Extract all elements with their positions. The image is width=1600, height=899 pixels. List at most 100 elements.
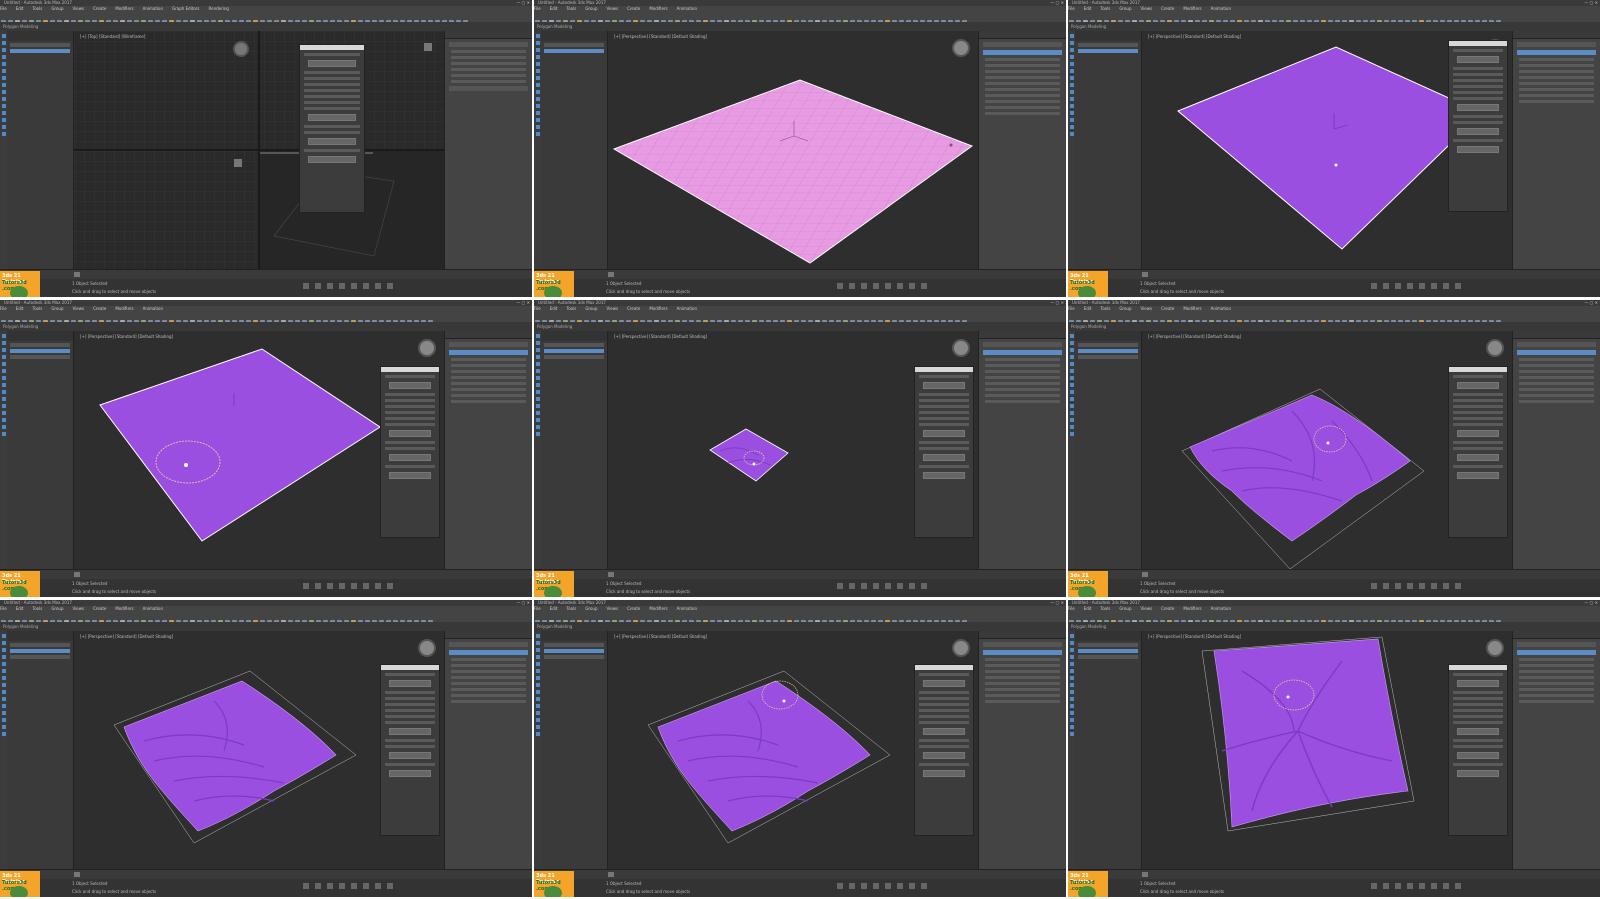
- menu-group[interactable]: Group: [1119, 306, 1131, 311]
- menu-animation[interactable]: Animation: [677, 6, 697, 11]
- playback-controls[interactable]: [1368, 283, 1592, 292]
- timeline[interactable]: [0, 269, 532, 279]
- menu-tools[interactable]: Tools: [32, 606, 42, 611]
- menu-tools[interactable]: Tools: [1100, 6, 1110, 11]
- timeline[interactable]: [534, 869, 1066, 879]
- viewport-label[interactable]: [+] [Perspective] [Standard] [Default Sh…: [614, 34, 707, 39]
- left-tool-strip[interactable]: [1068, 631, 1075, 870]
- viewcube-icon[interactable]: [418, 339, 436, 357]
- timeline[interactable]: [534, 569, 1066, 579]
- menu-create[interactable]: Create: [1161, 6, 1174, 11]
- menu-graph-editors[interactable]: Graph Editors: [172, 6, 199, 11]
- menu-file[interactable]: File: [0, 6, 7, 11]
- menu-modifiers[interactable]: Modifiers: [649, 606, 667, 611]
- menu-tools[interactable]: Tools: [566, 606, 576, 611]
- menu-animation[interactable]: Animation: [143, 6, 163, 11]
- menu-edit[interactable]: Edit: [16, 6, 24, 11]
- menu-edit[interactable]: Edit: [1084, 6, 1092, 11]
- menu-file[interactable]: File: [534, 606, 541, 611]
- playback-controls[interactable]: [1368, 883, 1592, 892]
- time-slider[interactable]: [608, 572, 614, 577]
- menu-edit[interactable]: Edit: [550, 606, 558, 611]
- floating-dialog[interactable]: [380, 366, 440, 538]
- time-slider[interactable]: [608, 272, 614, 277]
- menu-create[interactable]: Create: [627, 606, 640, 611]
- playback-controls[interactable]: [834, 883, 1058, 892]
- menu-group[interactable]: Group: [51, 306, 63, 311]
- playback-controls[interactable]: [1368, 583, 1592, 592]
- timeline[interactable]: [1068, 269, 1600, 279]
- time-slider[interactable]: [74, 572, 80, 577]
- scene-explorer[interactable]: [7, 631, 74, 870]
- menu-tools[interactable]: Tools: [32, 306, 42, 311]
- menu-animation[interactable]: Animation: [1211, 6, 1231, 11]
- floating-dialog[interactable]: [299, 44, 365, 213]
- menu-modifiers[interactable]: Modifiers: [1183, 6, 1201, 11]
- menu-create[interactable]: Create: [1161, 306, 1174, 311]
- playback-controls[interactable]: [300, 283, 524, 292]
- left-tool-strip[interactable]: [534, 31, 541, 270]
- viewport-label[interactable]: [+] [Perspective] [Standard] [Default Sh…: [614, 334, 707, 339]
- timeline[interactable]: [1068, 869, 1600, 879]
- menu-tools[interactable]: Tools: [1100, 606, 1110, 611]
- menu-file[interactable]: File: [0, 306, 7, 311]
- viewcube-icon[interactable]: [1486, 639, 1504, 657]
- menu-rendering[interactable]: Rendering: [209, 6, 229, 11]
- menu-views[interactable]: Views: [1141, 606, 1153, 611]
- menu-views[interactable]: Views: [73, 306, 85, 311]
- menu-create[interactable]: Create: [93, 606, 106, 611]
- command-panel[interactable]: [1512, 331, 1600, 570]
- time-slider[interactable]: [1142, 272, 1148, 277]
- menu-animation[interactable]: Animation: [1211, 606, 1231, 611]
- timeline[interactable]: [534, 269, 1066, 279]
- menu-group[interactable]: Group: [51, 6, 63, 11]
- menu-edit[interactable]: Edit: [1084, 606, 1092, 611]
- command-panel[interactable]: [978, 31, 1066, 270]
- menu-edit[interactable]: Edit: [16, 306, 24, 311]
- menu-file[interactable]: File: [1068, 6, 1075, 11]
- menu-views[interactable]: Views: [1141, 306, 1153, 311]
- viewcube-icon[interactable]: [1486, 339, 1504, 357]
- viewcube-icon[interactable]: [952, 339, 970, 357]
- time-slider[interactable]: [608, 872, 614, 877]
- menu-modifiers[interactable]: Modifiers: [115, 606, 133, 611]
- menu-create[interactable]: Create: [93, 306, 106, 311]
- viewcube-icon[interactable]: [418, 639, 436, 657]
- menu-create[interactable]: Create: [1161, 606, 1174, 611]
- menu-tools[interactable]: Tools: [566, 306, 576, 311]
- menu-tools[interactable]: Tools: [32, 6, 42, 11]
- floating-dialog[interactable]: [1448, 40, 1508, 212]
- menu-animation[interactable]: Animation: [143, 306, 163, 311]
- timeline[interactable]: [0, 569, 532, 579]
- viewport-label[interactable]: [+] [Perspective] [Standard] [Default Sh…: [1148, 34, 1241, 39]
- menu-group[interactable]: Group: [51, 606, 63, 611]
- menu-group[interactable]: Group: [1119, 606, 1131, 611]
- menu-modifiers[interactable]: Modifiers: [649, 6, 667, 11]
- command-panel[interactable]: [1512, 31, 1600, 270]
- scene-explorer[interactable]: [1075, 31, 1142, 270]
- left-tool-strip[interactable]: [1068, 331, 1075, 570]
- menu-file[interactable]: File: [534, 6, 541, 11]
- menu-modifiers[interactable]: Modifiers: [115, 6, 133, 11]
- floating-dialog[interactable]: [1448, 664, 1508, 836]
- viewport-label[interactable]: [+] [Perspective] [Standard] [Default Sh…: [80, 634, 173, 639]
- time-slider[interactable]: [74, 272, 80, 277]
- left-tool-strip[interactable]: [1068, 31, 1075, 270]
- viewport-label[interactable]: [+] [Perspective] [Standard] [Default Sh…: [614, 634, 707, 639]
- menu-modifiers[interactable]: Modifiers: [649, 306, 667, 311]
- menu-edit[interactable]: Edit: [1084, 306, 1092, 311]
- time-slider[interactable]: [1142, 872, 1148, 877]
- timeline[interactable]: [0, 869, 532, 879]
- viewcube-icon[interactable]: [952, 39, 970, 57]
- floating-dialog[interactable]: [1448, 366, 1508, 538]
- menu-create[interactable]: Create: [93, 6, 106, 11]
- left-tool-strip[interactable]: [0, 331, 7, 570]
- command-panel[interactable]: [978, 631, 1066, 870]
- menu-group[interactable]: Group: [585, 306, 597, 311]
- command-panel[interactable]: [444, 31, 532, 270]
- command-panel[interactable]: [1512, 631, 1600, 870]
- viewport-label[interactable]: [+] [Top] [Standard] [Wireframe]: [80, 34, 145, 39]
- menu-views[interactable]: Views: [73, 606, 85, 611]
- command-panel[interactable]: [444, 631, 532, 870]
- viewcube-icon[interactable]: [952, 639, 970, 657]
